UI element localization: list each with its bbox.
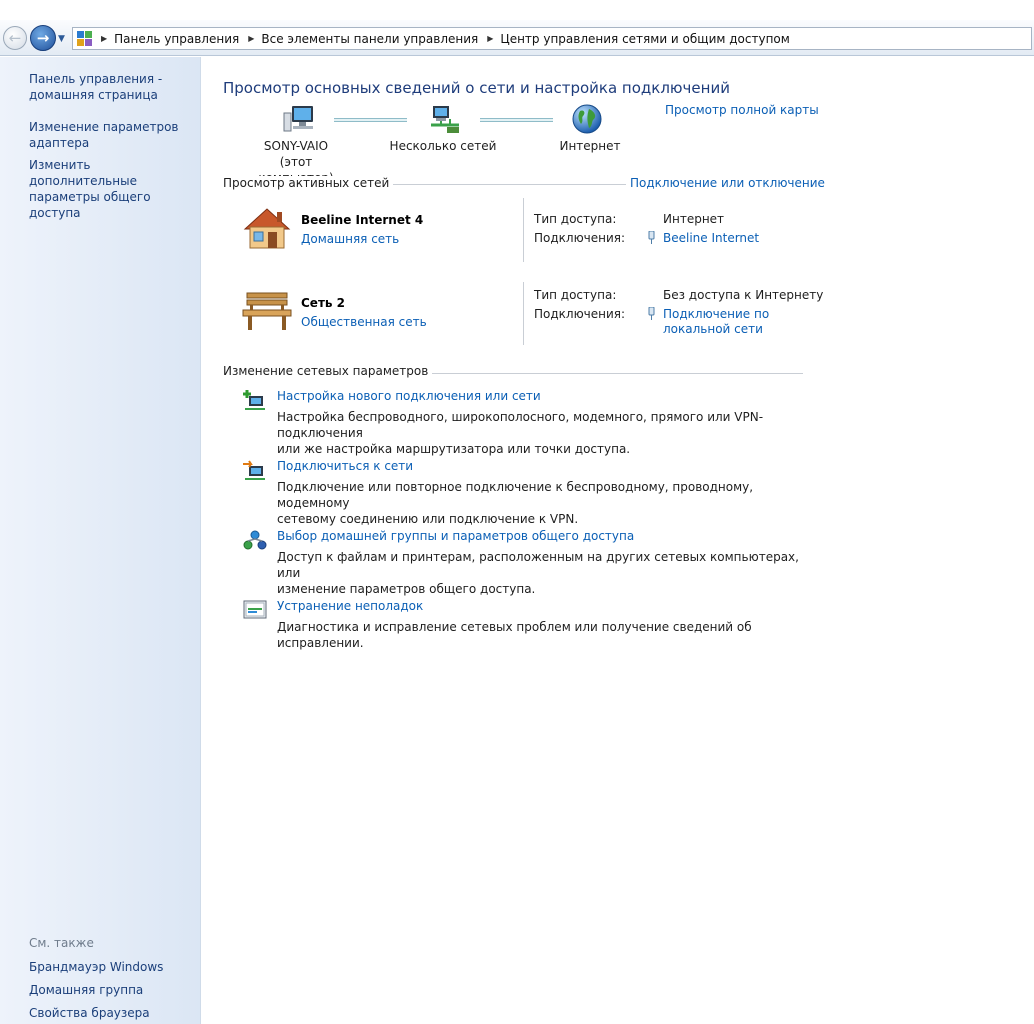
task-description-line: сетевому соединению или подключение к VP…	[277, 512, 579, 526]
network-name: Сеть 2	[301, 296, 346, 310]
back-arrow-icon: ←	[8, 29, 22, 47]
recent-pages-dropdown[interactable]: ▼	[58, 34, 65, 44]
task-description-line: изменение параметров общего доступа.	[277, 582, 536, 596]
task-description: Настройка беспроводного, широкополосного…	[277, 409, 817, 457]
connection-link-line2: локальной сети	[663, 322, 763, 336]
connection-link-line1: Подключение по	[663, 307, 770, 321]
sidebar-item-firewall[interactable]: Брандмауэр Windows	[29, 959, 197, 975]
network-name: Beeline Internet 4	[301, 213, 424, 227]
connection-link[interactable]: Подключение по локальной сети	[663, 307, 769, 337]
connections-label: Подключения:	[534, 307, 626, 321]
map-node-multiple-networks[interactable]: Несколько сетей	[388, 138, 498, 154]
breadcrumb-network-center[interactable]: Центр управления сетями и общим доступом	[500, 32, 789, 46]
map-connection-line	[480, 118, 553, 122]
task-troubleshoot-link[interactable]: Устранение неполадок	[277, 599, 423, 613]
control-panel-icon	[77, 30, 93, 47]
map-connection-line	[334, 118, 407, 122]
connection-link[interactable]: Beeline Internet	[663, 231, 759, 246]
see-also-heading: См. также	[29, 936, 94, 950]
access-type-label: Тип доступа:	[534, 288, 617, 302]
view-full-map-link[interactable]: Просмотр полной карты	[665, 103, 819, 117]
sidebar-item-adapter-settings[interactable]: Изменение параметров адаптера	[29, 119, 197, 151]
ethernet-plug-icon	[648, 307, 655, 320]
access-type-value: Без доступа к Интернету	[663, 288, 824, 302]
connections-label: Подключения:	[534, 231, 626, 245]
task-description: Диагностика и исправление сетевых пробле…	[277, 619, 817, 651]
breadcrumb-separator-icon[interactable]: ▶	[487, 34, 493, 43]
task-homegroup-link[interactable]: Выбор домашней группы и параметров общег…	[277, 529, 634, 543]
main-content: Просмотр основных сведений о сети и наст…	[201, 57, 1034, 1024]
bench-icon	[242, 292, 292, 330]
task-description-line: Диагностика и исправление сетевых пробле…	[277, 620, 752, 650]
task-connect-network-link[interactable]: Подключиться к сети	[277, 459, 413, 473]
back-button[interactable]: ←	[3, 26, 27, 50]
address-field[interactable]: ▶ Панель управления ▶ Все элементы панел…	[72, 27, 1032, 50]
chevron-down-icon: ▼	[58, 34, 65, 44]
house-icon	[243, 208, 291, 249]
forward-button[interactable]: →	[30, 25, 56, 51]
connect-disconnect-link[interactable]: Подключение или отключение	[626, 176, 825, 190]
network-type-link[interactable]: Общественная сеть	[301, 315, 427, 329]
globe-icon	[572, 104, 602, 134]
task-description: Подключение или повторное подключение к …	[277, 479, 817, 527]
task-description-line: Настройка беспроводного, широкополосного…	[277, 410, 764, 440]
task-description-line: Подключение или повторное подключение к …	[277, 480, 754, 510]
multiple-networks-icon	[431, 106, 459, 133]
sidebar-item-homegroup[interactable]: Домашняя группа	[29, 982, 197, 998]
page-title: Просмотр основных сведений о сети и наст…	[223, 79, 730, 97]
task-description: Доступ к файлам и принтерам, расположенн…	[277, 549, 817, 597]
sidebar-item-browser-properties[interactable]: Свойства браузера	[29, 1005, 197, 1021]
ethernet-plug-icon	[648, 231, 655, 244]
breadcrumb-control-panel[interactable]: Панель управления	[114, 32, 239, 46]
sidebar-item-control-panel-home[interactable]: Панель управления - домашняя страница	[29, 71, 197, 103]
task-description-line: или же настройка маршрутизатора или точк…	[277, 442, 631, 456]
address-toolbar: ← → ▼ ▶ Панель управления ▶ Все элементы…	[0, 20, 1034, 56]
network-divider	[523, 198, 524, 262]
connect-network-icon	[243, 460, 265, 480]
access-type-value: Интернет	[663, 212, 725, 226]
computer-icon	[283, 106, 313, 132]
sidebar-item-advanced-sharing[interactable]: Изменить дополнительные параметры общего…	[29, 157, 197, 221]
change-settings-header: Изменение сетевых параметров	[223, 364, 433, 378]
breadcrumb-separator-icon[interactable]: ▶	[248, 34, 254, 43]
map-node-internet[interactable]: Интернет	[542, 138, 638, 154]
access-type-label: Тип доступа:	[534, 212, 617, 226]
breadcrumb-all-items[interactable]: Все элементы панели управления	[261, 32, 478, 46]
sidebar: Панель управления - домашняя страница Из…	[0, 57, 201, 1024]
active-networks-header: Просмотр активных сетей	[223, 176, 394, 190]
forward-arrow-icon: →	[36, 29, 50, 47]
task-description-line: Доступ к файлам и принтерам, расположенн…	[277, 550, 799, 580]
new-connection-icon	[243, 390, 265, 410]
task-new-connection-link[interactable]: Настройка нового подключения или сети	[277, 389, 541, 403]
troubleshoot-icon	[243, 600, 267, 619]
network-divider	[523, 282, 524, 345]
homegroup-icon	[243, 530, 267, 550]
computer-name: SONY-VAIO	[263, 139, 329, 153]
network-type-link[interactable]: Домашняя сеть	[301, 232, 399, 246]
breadcrumb-separator-icon[interactable]: ▶	[101, 34, 107, 43]
